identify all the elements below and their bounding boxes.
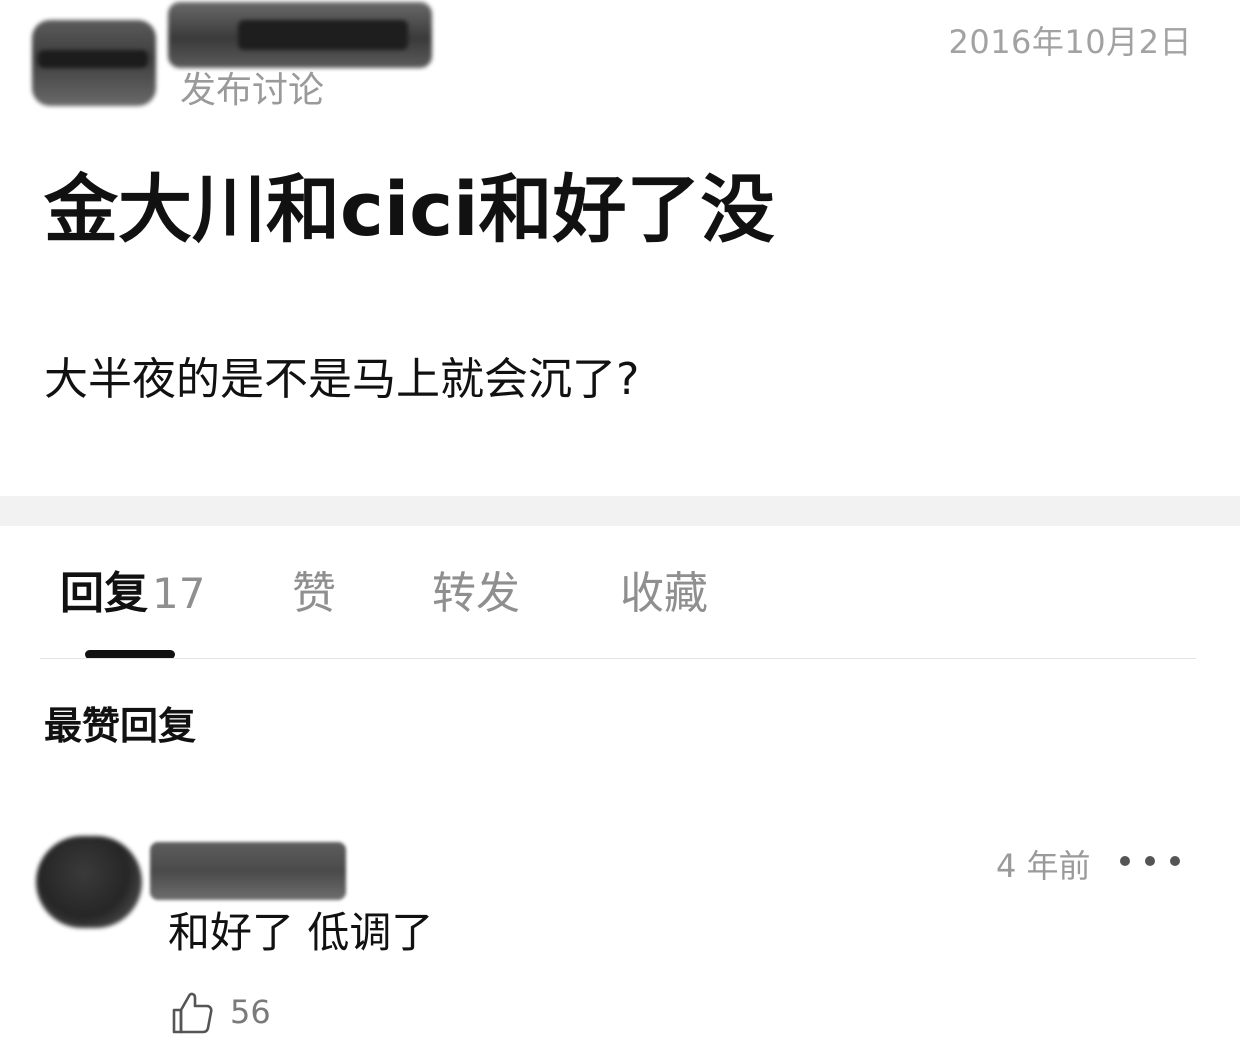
reply-timestamp: 4 年前 <box>996 847 1091 885</box>
tab-shares[interactable]: 转发 <box>432 566 520 622</box>
post-header: 发布讨论 2016年10月2日 <box>0 0 1240 130</box>
more-dot <box>1170 856 1180 866</box>
tab-favorites[interactable]: 收藏 <box>620 566 708 622</box>
tab-replies-count: 17 <box>152 569 206 618</box>
more-options-icon[interactable] <box>1120 844 1180 878</box>
reply-avatar[interactable] <box>36 836 142 928</box>
tab-likes[interactable]: 赞 <box>292 566 336 622</box>
author-name[interactable] <box>168 2 432 68</box>
reply-text: 和好了 低调了 <box>168 908 434 957</box>
post-content: 大半夜的是不是马上就会沉了? <box>44 354 640 405</box>
more-dot <box>1145 856 1155 866</box>
post-date: 2016年10月2日 <box>948 23 1192 61</box>
more-dot <box>1120 856 1130 866</box>
author-avatar[interactable] <box>32 20 156 106</box>
reply-author-name[interactable] <box>150 842 346 900</box>
tabs-divider <box>40 658 1196 659</box>
post-tabs: 回复17 赞 转发 收藏 <box>0 526 1240 660</box>
top-replies-heading: 最赞回复 <box>44 704 197 748</box>
tab-replies-label: 回复 <box>60 568 148 619</box>
tab-replies[interactable]: 回复17 <box>60 566 205 622</box>
section-divider <box>0 496 1240 526</box>
reply-item: 4 年前 和好了 低调了 56 <box>0 830 1240 1048</box>
post-action-label: 发布讨论 <box>180 70 325 111</box>
reply-like-button[interactable]: 56 <box>168 986 271 1038</box>
post-title: 金大川和cici和好了没 <box>44 167 775 253</box>
reply-like-count: 56 <box>230 993 271 1031</box>
thumbs-up-icon <box>172 992 213 1034</box>
